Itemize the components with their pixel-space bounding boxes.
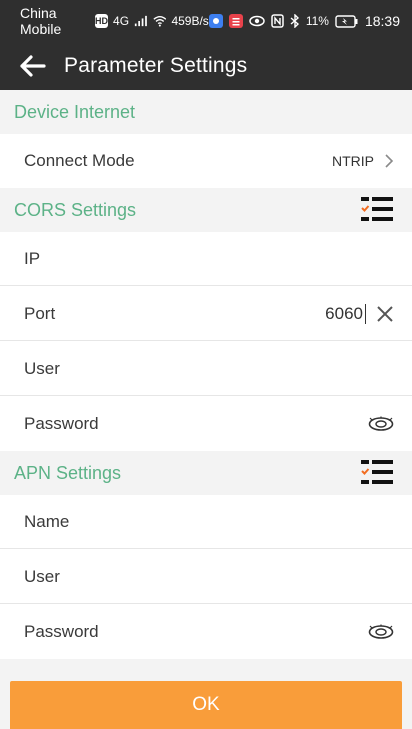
apn-password-row[interactable]: Password [0,605,412,659]
apn-name-label: Name [24,511,70,531]
cors-settings-title: CORS Settings [14,199,137,220]
wifi-icon [153,16,167,27]
signal-icon [134,15,147,27]
apn-user-label: User [24,566,60,586]
eye-comfort-icon [249,15,265,27]
device-internet-title: Device Internet [14,101,136,122]
list-settings-icon[interactable] [360,195,394,225]
carrier-name: China Mobile [20,5,62,37]
cors-password-row[interactable]: Password [0,397,412,451]
apn-name-row[interactable]: Name [0,495,412,549]
arrow-left-icon [20,55,46,77]
status-bar: China Mobile HD 4G 459B/s 11% 18:39 [0,0,412,42]
apn-user-row[interactable]: User [0,550,412,604]
cors-password-label: Password [24,414,99,433]
status-bar-left: China Mobile HD 4G 459B/s [20,5,209,37]
cors-user-row[interactable]: User [0,342,412,396]
cors-ip-label: IP [24,248,41,268]
connect-mode-label: Connect Mode [24,151,135,170]
page-title: Parameter Settings [64,54,248,77]
cors-port-input[interactable]: 6060 [325,303,366,324]
clear-icon[interactable] [376,305,394,323]
cors-ip-row[interactable]: IP [0,232,412,286]
ok-button[interactable]: OK [10,681,402,729]
battery-percent: 11% [305,14,329,28]
eye-icon[interactable] [368,624,394,640]
red-app-icon [228,14,243,28]
cors-port-field[interactable]: 6060 [325,303,394,324]
battery-charging-icon [335,14,358,28]
cors-settings-header: CORS Settings [0,188,412,232]
network-speed: 459B/s [171,14,209,28]
clock: 18:39 [364,13,400,29]
connect-mode-selector[interactable]: NTRIP [332,153,394,169]
apn-password-actions [368,624,394,640]
cors-password-actions [368,416,394,432]
back-button[interactable] [10,44,54,88]
status-bar-right: 11% 18:39 [208,13,400,29]
network-type: 4G [113,14,130,28]
connect-mode-row[interactable]: Connect Mode NTRIP [0,134,412,188]
apn-settings-title: APN Settings [14,462,122,483]
chevron-right-icon [385,154,394,168]
cors-user-label: User [24,358,60,378]
apn-settings-header: APN Settings [0,451,412,495]
nfc-icon [271,14,284,28]
cors-port-label: Port [24,303,56,323]
device-internet-header: Device Internet [0,90,412,134]
eye-icon[interactable] [368,416,394,432]
cors-port-row[interactable]: Port 6060 [0,287,412,341]
list-settings-icon[interactable] [360,458,394,488]
apn-password-label: Password [24,622,99,641]
connect-mode-value: NTRIP [332,153,374,169]
parameter-settings-screen: China Mobile HD 4G 459B/s 11% 18:39 Para… [0,0,412,729]
app-notification-icon [208,14,223,28]
hd-badge: HD [95,14,109,28]
bluetooth-icon [290,14,299,28]
app-bar: Parameter Settings [0,42,412,90]
